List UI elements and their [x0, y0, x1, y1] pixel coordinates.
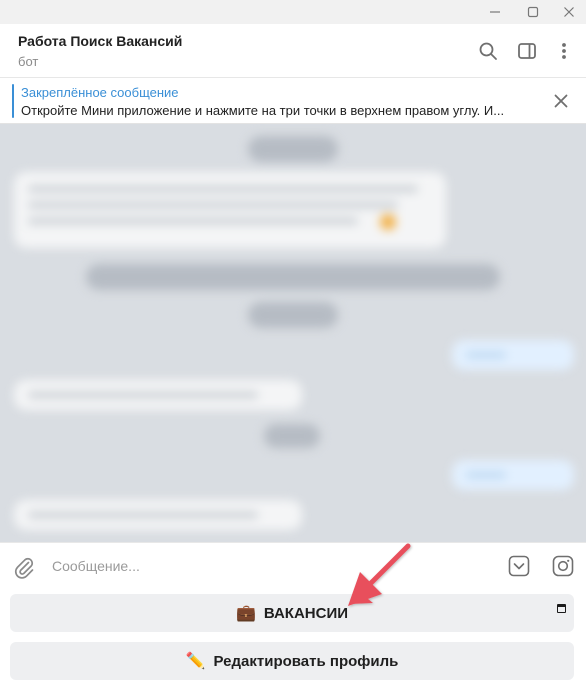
- maximize-icon: [527, 6, 539, 18]
- message-input[interactable]: [52, 555, 472, 577]
- bot-reply-keyboard: 💼 ВАКАНСИИ ✏️ Редактировать профиль: [0, 588, 586, 685]
- chat-subtitle: бот: [18, 54, 39, 69]
- pinned-title: Закреплённое сообщение: [21, 85, 179, 100]
- vacancies-button[interactable]: 💼 ВАКАНСИИ: [10, 594, 574, 632]
- window-titlebar: [0, 0, 586, 24]
- close-icon: [554, 94, 568, 108]
- chat-history[interactable]: [0, 124, 586, 542]
- paperclip-icon: [14, 557, 34, 579]
- web-app-icon: [557, 604, 566, 613]
- sidebar-toggle-icon: [518, 43, 536, 59]
- chat-header: Работа Поиск Вакансий бот: [0, 24, 586, 78]
- attach-button[interactable]: [12, 555, 36, 579]
- edit-profile-button-label: Редактировать профиль: [213, 652, 399, 670]
- pinned-text: Откройте Мини приложение и нажмите на тр…: [21, 103, 505, 118]
- pinned-accent-bar: [12, 84, 14, 118]
- message-bubble: [14, 380, 302, 410]
- vacancies-button-label: ВАКАНСИИ: [263, 604, 349, 622]
- instagram-icon: [552, 555, 574, 577]
- more-menu-button[interactable]: [551, 38, 577, 64]
- pinned-close-button[interactable]: [551, 91, 571, 111]
- close-icon: [564, 7, 574, 17]
- service-message: [86, 264, 500, 290]
- message-composer: [0, 542, 586, 588]
- minimize-icon: [490, 11, 500, 13]
- briefcase-icon: 💼: [235, 605, 256, 622]
- instagram-button[interactable]: [551, 554, 575, 578]
- message-bubble: [14, 172, 446, 248]
- blurred-messages: [0, 124, 586, 542]
- outgoing-bubble: [452, 460, 574, 490]
- pencil-icon: ✏️: [185, 653, 206, 670]
- more-vertical-icon: [562, 43, 566, 59]
- date-separator: [264, 424, 320, 448]
- message-bubble: [14, 500, 302, 530]
- bot-keyboard-button[interactable]: [507, 554, 531, 578]
- close-window-button[interactable]: [552, 0, 586, 24]
- bot-keyboard-icon: [508, 555, 530, 577]
- sidebar-toggle-button[interactable]: [514, 38, 540, 64]
- date-separator: [248, 136, 338, 162]
- date-separator: [248, 302, 338, 328]
- maximize-button[interactable]: [516, 0, 550, 24]
- outgoing-bubble: [452, 340, 574, 370]
- search-button[interactable]: [475, 38, 501, 64]
- chat-title[interactable]: Работа Поиск Вакансий: [18, 33, 182, 49]
- edit-profile-button[interactable]: ✏️ Редактировать профиль: [10, 642, 574, 680]
- pinned-message[interactable]: Закреплённое сообщение Откройте Мини при…: [0, 78, 586, 124]
- minimize-button[interactable]: [478, 0, 512, 24]
- search-icon: [479, 42, 497, 60]
